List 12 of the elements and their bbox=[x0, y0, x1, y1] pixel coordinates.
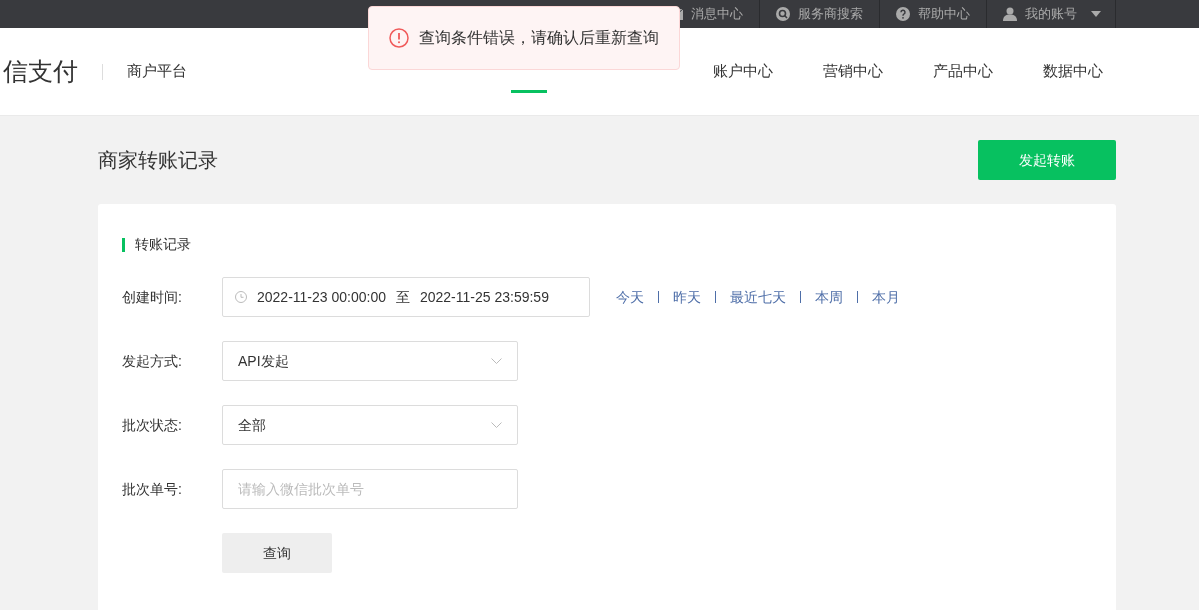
date-end: 2022-11-25 23:59:59 bbox=[419, 287, 549, 307]
field-label: 批次状态: bbox=[122, 415, 183, 435]
platform-label: 商户平台 bbox=[127, 61, 187, 82]
error-message: 查询条件错误，请确认后重新查询 bbox=[419, 28, 659, 48]
section-title: 转账记录 bbox=[135, 235, 191, 254]
field-label: 发起方式: bbox=[122, 351, 183, 371]
field-label: 批次单号: bbox=[122, 479, 183, 499]
date-separator: 至 bbox=[395, 287, 410, 307]
page-title: 商家转账记录 bbox=[98, 148, 218, 173]
field-label: 创建时间: bbox=[122, 287, 183, 307]
date-start: 2022-11-23 00:00:00 bbox=[257, 287, 386, 307]
logo-text: 信支付 bbox=[3, 55, 78, 87]
